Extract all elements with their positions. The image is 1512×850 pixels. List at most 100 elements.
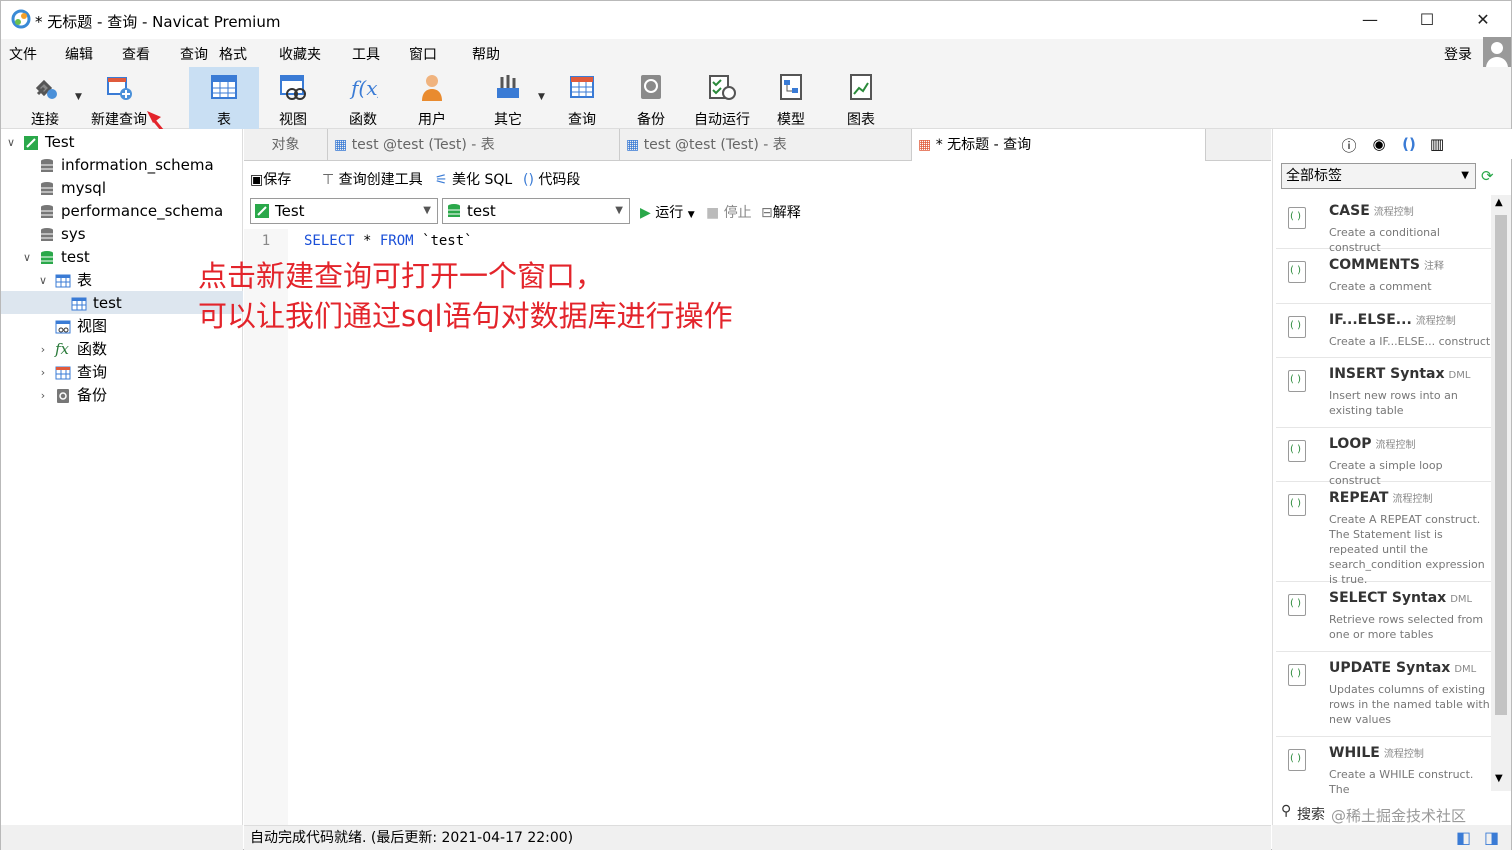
menu-edit[interactable]: 编辑: [65, 44, 93, 64]
menu-format[interactable]: 格式: [219, 44, 247, 64]
explain-button[interactable]: ⊟解释: [761, 202, 801, 222]
tree-label: 函数: [77, 340, 108, 358]
menu-window[interactable]: 窗口: [409, 44, 437, 64]
expand-down-icon[interactable]: ∨: [5, 131, 17, 154]
snippet-if-else[interactable]: IF...ELSE...流程控制 Create a IF...ELSE... co…: [1276, 304, 1492, 358]
explain-label: 解释: [772, 205, 801, 221]
automation-label: 自动运行: [694, 112, 750, 128]
user-label: 用户: [418, 112, 446, 128]
tab-untitled-query[interactable]: ▦ * 无标题 - 查询: [912, 129, 1206, 161]
menu-query[interactable]: 查询: [180, 44, 208, 64]
tree-node-mysql[interactable]: mysql: [1, 177, 243, 200]
menu-help[interactable]: 帮助: [472, 44, 500, 64]
tree-node-functions[interactable]: › fx 函数: [1, 338, 243, 361]
snippet-update[interactable]: UPDATE SyntaxDML Updates columns of exist…: [1276, 652, 1492, 737]
tag-select[interactable]: 全部标签 ▼: [1281, 163, 1476, 189]
database-select[interactable]: test ▼: [442, 198, 630, 224]
run-dropdown-icon[interactable]: ▼: [688, 210, 695, 220]
tab-table-test-1[interactable]: ▦ test @test (Test) - 表: [328, 129, 620, 161]
login-link[interactable]: 登录: [1444, 44, 1472, 64]
snippet-loop[interactable]: LOOP流程控制Create a simple loop construct: [1276, 428, 1492, 487]
close-icon[interactable]: ✕: [1468, 7, 1498, 33]
grid-icon[interactable]: ▥: [1427, 135, 1447, 153]
expand-right-icon[interactable]: ›: [37, 361, 49, 384]
keyword-from: FROM: [379, 233, 414, 249]
snippet-while[interactable]: WHILE流程控制 Create a WHILE construct. The: [1276, 737, 1492, 795]
connection-select[interactable]: Test ▼: [250, 198, 438, 224]
others-dropdown-icon[interactable]: ▼: [538, 92, 545, 102]
model-button[interactable]: 模型: [763, 67, 819, 129]
backup-label: 备份: [637, 112, 665, 128]
code-token: `test`: [413, 233, 473, 249]
title-bar: * 无标题 - 查询 - Navicat Premium — ☐ ✕: [1, 1, 1511, 39]
expand-down-icon[interactable]: ∨: [21, 246, 33, 269]
backup-icon: [57, 389, 69, 403]
sql-code[interactable]: SELECT * FROM `test`: [304, 233, 473, 249]
expand-right-icon[interactable]: ›: [37, 384, 49, 407]
menu-view[interactable]: 查看: [122, 44, 150, 64]
tab-table-test-2[interactable]: ▦ test @test (Test) - 表: [620, 129, 912, 161]
tree-node-sys[interactable]: sys: [1, 223, 243, 246]
tab-label: 对象: [271, 137, 300, 153]
query-builder-button[interactable]: ⊤ 查询创建工具: [322, 169, 423, 189]
user-button[interactable]: 用户: [404, 67, 460, 129]
tree-node-queries[interactable]: › 查询: [1, 361, 243, 384]
info-icon[interactable]: ⓘ: [1339, 135, 1359, 156]
save-button[interactable]: ▣保存: [250, 169, 291, 189]
view-button[interactable]: 视图: [265, 67, 321, 129]
snippet-insert[interactable]: INSERT SyntaxDML Insert new rows into an …: [1276, 358, 1492, 428]
new-query-icon: [107, 77, 132, 100]
keyword-select: SELECT: [304, 233, 355, 249]
tab-objects[interactable]: 对象: [244, 129, 328, 161]
tree-label: test: [93, 294, 122, 312]
snippet-repeat[interactable]: REPEAT流程控制 Create A REPEAT construct. The…: [1276, 482, 1492, 586]
minimize-icon[interactable]: —: [1355, 7, 1385, 33]
scroll-up-icon[interactable]: ▲: [1495, 197, 1503, 208]
backup-button[interactable]: 备份: [623, 67, 679, 129]
menu-file[interactable]: 文件: [9, 44, 37, 64]
table-button[interactable]: 表: [189, 67, 259, 129]
beautify-sql-button[interactable]: ⚟ 美化 SQL: [435, 169, 512, 189]
others-button[interactable]: 其它: [480, 67, 536, 129]
menu-tools[interactable]: 工具: [352, 44, 380, 64]
scroll-down-icon[interactable]: ▼: [1495, 773, 1503, 784]
avatar-icon[interactable]: [1483, 37, 1511, 69]
connect-dropdown-icon[interactable]: ▼: [75, 92, 82, 102]
snippet-tab-icon[interactable]: (): [1399, 135, 1419, 153]
svg-text:f(x): f(x): [349, 76, 378, 100]
preview-icon[interactable]: ◉: [1369, 135, 1389, 153]
expand-down-icon[interactable]: ∨: [37, 269, 49, 292]
tree-node-backups[interactable]: › 备份: [1, 384, 243, 407]
maximize-icon[interactable]: ☐: [1412, 7, 1442, 33]
snippet-scrollbar[interactable]: ▲ ▼: [1491, 195, 1511, 791]
new-query-button[interactable]: 新建查询: [87, 67, 151, 129]
tree-node-test-connection[interactable]: ∨ Test: [1, 131, 243, 154]
chart-button[interactable]: 图表: [833, 67, 889, 129]
menu-favorites[interactable]: 收藏夹: [279, 44, 321, 64]
snippet-search[interactable]: ⚲ 搜索 @稀土掘金技术社区: [1273, 801, 1512, 825]
automation-button[interactable]: 自动运行: [691, 67, 753, 129]
scroll-thumb[interactable]: [1495, 215, 1507, 715]
snippet-select[interactable]: SELECT SyntaxDML Retrieve rows selected f…: [1276, 582, 1492, 652]
snippet-tag: 流程控制: [1375, 440, 1416, 451]
stop-button[interactable]: ■ 停止: [706, 202, 752, 222]
layout-left-icon[interactable]: ◧: [1456, 828, 1471, 847]
tree-node-information-schema[interactable]: information_schema: [1, 154, 243, 177]
tree-label: mysql: [61, 179, 106, 197]
automation-icon: [709, 75, 736, 100]
chart-icon: [850, 74, 872, 100]
function-button[interactable]: f(x) 函数: [335, 67, 391, 129]
layout-right-icon[interactable]: ◨: [1484, 828, 1499, 847]
play-icon: ▶: [640, 205, 651, 221]
code-snippet-button[interactable]: () 代码段: [523, 169, 580, 189]
snippet-comments[interactable]: COMMENTS注释 Create a comment: [1276, 249, 1492, 304]
code-token: *: [354, 233, 380, 249]
refresh-icon[interactable]: ⟳: [1481, 167, 1494, 185]
tree-node-performance-schema[interactable]: performance_schema: [1, 200, 243, 223]
snippet-title: CASE: [1329, 203, 1370, 219]
query-button[interactable]: 查询: [554, 67, 610, 129]
run-button[interactable]: ▶ 运行 ▼: [640, 202, 695, 222]
expand-right-icon[interactable]: ›: [37, 338, 49, 361]
connect-button[interactable]: 连接: [17, 67, 73, 129]
snippet-case[interactable]: CASE流程控制Create a conditional construct: [1276, 195, 1492, 254]
